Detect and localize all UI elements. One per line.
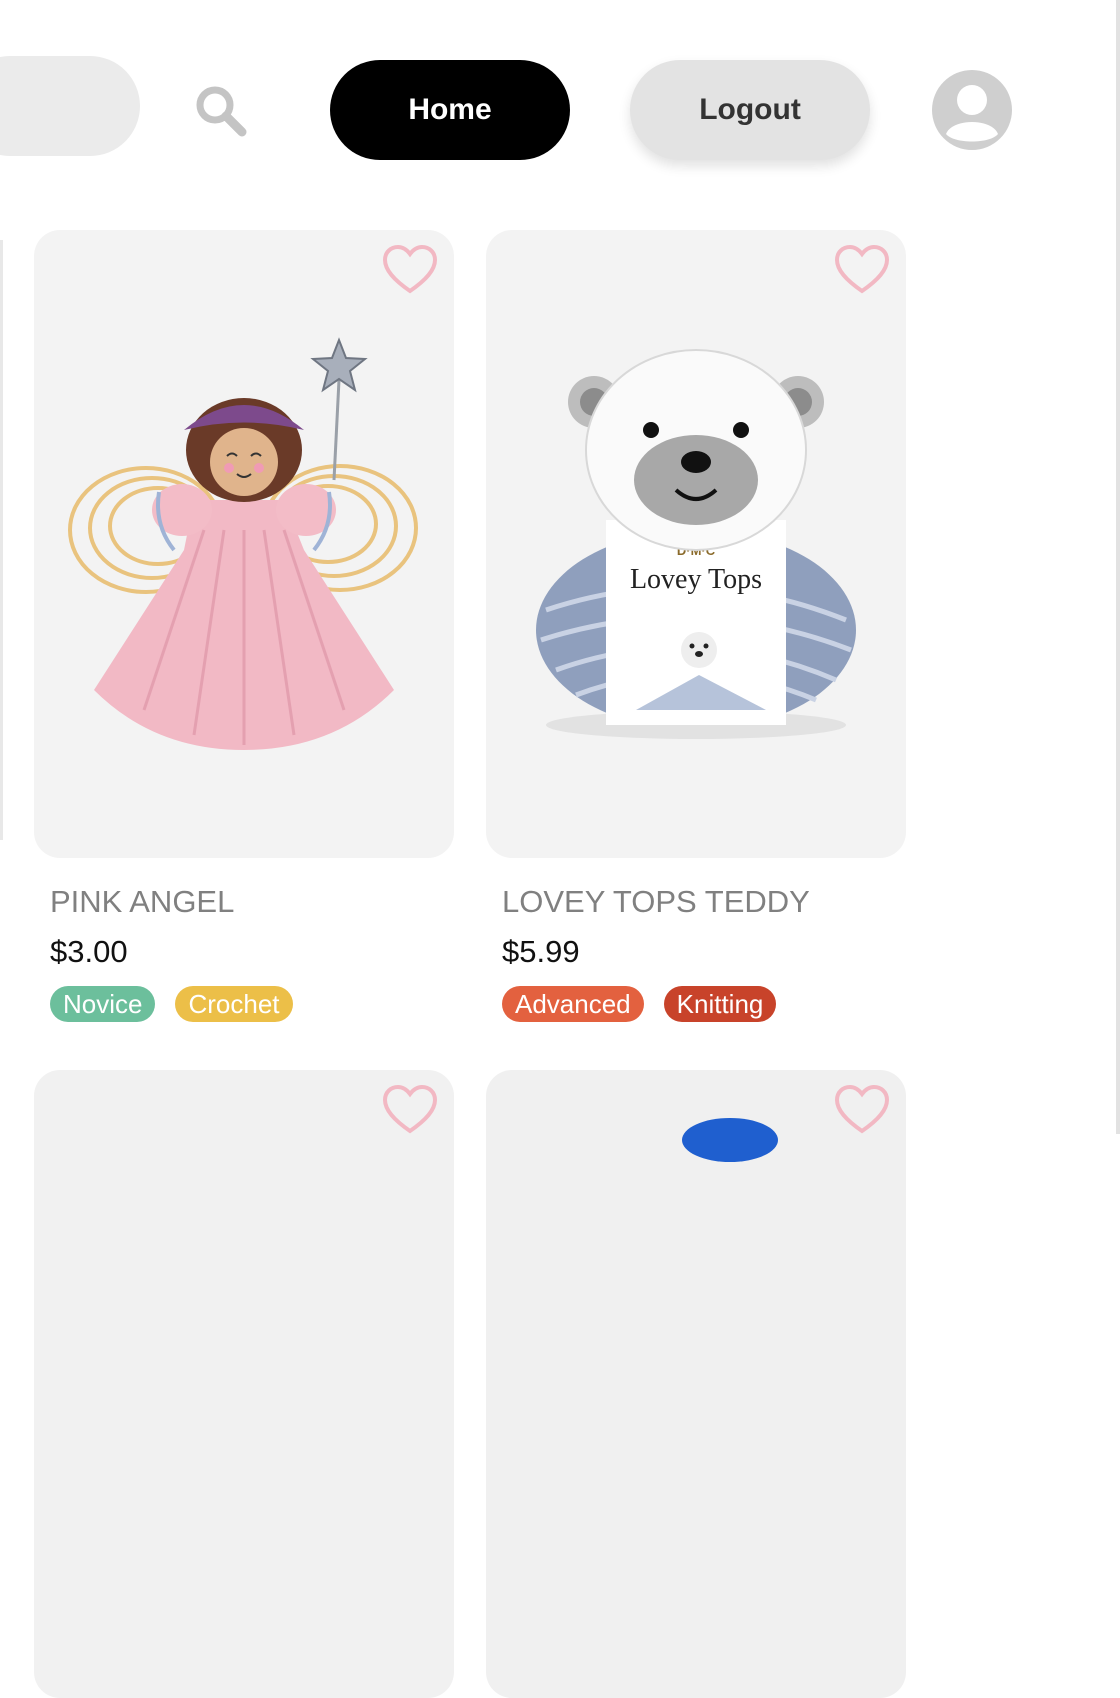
blue-yarn-image xyxy=(682,1118,778,1162)
band-product-text: Lovey Tops xyxy=(630,564,762,595)
craft-type-tag: Knitting xyxy=(663,986,777,1022)
teddy-yarn-image: D·M·C Lovey Tops xyxy=(536,349,856,739)
product-card[interactable] xyxy=(34,1070,454,1698)
heart-outline-icon[interactable] xyxy=(382,244,438,296)
previous-card-edge xyxy=(0,240,3,840)
heart-outline-icon[interactable] xyxy=(834,1084,890,1136)
search-input[interactable] xyxy=(0,56,140,156)
logout-button[interactable]: Logout xyxy=(630,60,870,160)
product-image[interactable] xyxy=(34,230,454,858)
heart-outline-icon[interactable] xyxy=(382,1084,438,1136)
product-card[interactable]: D·M·C Lovey Tops LOVEY TOPS TEDDY $5.99 … xyxy=(486,230,906,1022)
product-title[interactable]: PINK ANGEL xyxy=(50,884,234,920)
product-tags: Novice Crochet xyxy=(50,986,293,1022)
page-scrollbar[interactable] xyxy=(1116,0,1120,1134)
product-card[interactable]: PINK ANGEL $3.00 Novice Crochet xyxy=(34,230,454,1022)
skill-level-tag: Advanced xyxy=(502,986,644,1022)
product-image[interactable] xyxy=(34,1070,454,1698)
home-button[interactable]: Home xyxy=(330,60,570,160)
product-price: $5.99 xyxy=(502,934,580,969)
product-image[interactable]: D·M·C Lovey Tops xyxy=(486,230,906,858)
angel-doll-image xyxy=(68,337,418,750)
user-avatar-icon[interactable] xyxy=(930,68,1014,152)
heart-outline-icon[interactable] xyxy=(834,244,890,296)
search-icon[interactable] xyxy=(192,82,250,140)
product-card[interactable] xyxy=(486,1070,906,1698)
product-image[interactable] xyxy=(486,1070,906,1698)
skill-level-tag: Novice xyxy=(50,986,156,1022)
product-tags: Advanced Knitting xyxy=(502,986,777,1022)
product-price: $3.00 xyxy=(50,934,128,969)
product-title[interactable]: LOVEY TOPS TEDDY xyxy=(502,884,810,920)
craft-type-tag: Crochet xyxy=(175,986,293,1022)
